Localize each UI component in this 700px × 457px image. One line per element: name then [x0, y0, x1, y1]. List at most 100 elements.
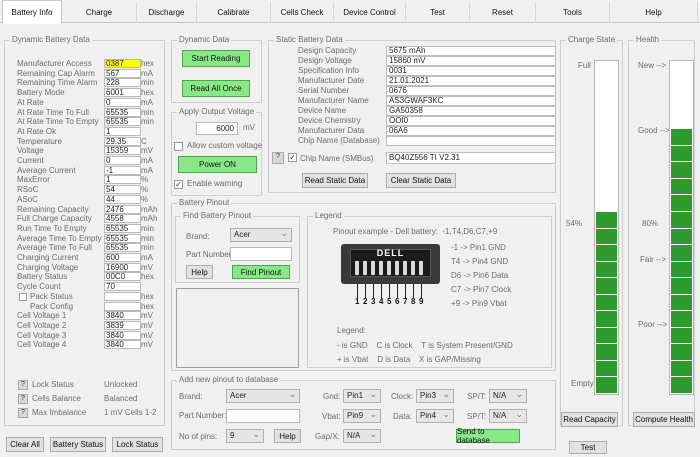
clear-static-data-button[interactable]: Clear Static Data: [386, 173, 456, 188]
add-part-number-input[interactable]: [226, 409, 300, 423]
dynamic-row-value: 0387: [104, 59, 141, 68]
charge-empty-label: Empty: [571, 379, 594, 388]
static-row-value: 0031: [386, 66, 556, 76]
dynamic-row-unit: min: [141, 243, 154, 253]
gauge-segment: [671, 177, 692, 195]
tab-reset[interactable]: Reset: [470, 2, 536, 23]
gauge-segment: [596, 293, 617, 311]
tab-device-control[interactable]: Device Control: [334, 2, 406, 23]
static-row-value: 06A6: [386, 126, 556, 136]
read-capacity-button[interactable]: Read Capacity: [561, 412, 618, 427]
tab-discharge[interactable]: Discharge: [137, 2, 197, 23]
dynamic-row-value: 29.35: [104, 136, 141, 146]
health-gauge: [669, 60, 694, 395]
connector-pin-slot: [379, 261, 383, 275]
send-to-database-button[interactable]: Send to database: [456, 427, 520, 445]
tab-cells-check[interactable]: Cells Check: [271, 2, 334, 23]
lock-status-label: Lock Status: [32, 380, 74, 389]
output-voltage-input[interactable]: 6000: [196, 122, 238, 135]
pin-number: 1: [355, 297, 360, 306]
gapx-select[interactable]: N/A: [343, 428, 381, 443]
power-on-button[interactable]: Power ON: [178, 156, 257, 173]
tab-test[interactable]: Test: [406, 2, 470, 23]
find-pinout-button[interactable]: Find Pinout: [232, 265, 290, 279]
data-select[interactable]: Pin4: [416, 408, 454, 423]
pin-lead-line: [389, 284, 390, 298]
charge-full-label: Full: [578, 61, 591, 70]
dynamic-row-unit: hex: [141, 301, 154, 311]
gauge-segment: [671, 210, 692, 228]
dynamic-row-label: Temperature: [17, 136, 62, 146]
tab-battery-info[interactable]: Battery Info: [2, 0, 62, 24]
no-of-pins-select[interactable]: 9: [226, 428, 264, 443]
test-button[interactable]: Test: [569, 441, 607, 454]
pinout-help-button[interactable]: Help: [186, 265, 213, 279]
gauge-segment: [671, 194, 692, 211]
pinout-part-number-input[interactable]: [230, 247, 292, 261]
tab-tools[interactable]: Tools: [536, 2, 610, 23]
cells-balance-help-icon[interactable]: ?: [18, 394, 28, 404]
dynamic-row-unit: mV: [141, 320, 153, 330]
start-reading-button[interactable]: Start Reading: [182, 50, 250, 67]
dynamic-row-value: 3840: [104, 311, 141, 321]
pin-number: 7: [403, 297, 408, 306]
health-new-label: New -->: [638, 61, 667, 70]
dynamic-row-unit: mA: [141, 97, 153, 107]
pin-number: 5: [387, 297, 392, 306]
dynamic-row-unit: hex: [141, 88, 154, 98]
group-title: Battery Pinout: [177, 198, 232, 208]
pin-number: 6: [395, 297, 400, 306]
dynamic-row-label: Average Current: [17, 165, 76, 175]
tab-calibrate[interactable]: Calibrate: [197, 2, 271, 23]
max-imbalance-value: 1 mV Cells 1-2: [104, 408, 157, 417]
max-imbalance-label: Max Imbalance: [32, 408, 87, 417]
static-row-label: Manufacturer Data: [298, 126, 365, 135]
dynamic-row-label: Charging Current: [17, 253, 79, 262]
battery-status-button[interactable]: Battery Status: [50, 437, 106, 452]
add-brand-select[interactable]: Acer: [226, 388, 300, 403]
sp-t-1-select[interactable]: N/A: [489, 388, 527, 403]
read-static-data-button[interactable]: Read Static Data: [302, 173, 368, 188]
sp-t-2-select[interactable]: N/A: [489, 408, 527, 423]
dynamic-row-unit: mV: [141, 311, 153, 321]
tab-charge[interactable]: Charge: [62, 2, 137, 23]
lock-status-button[interactable]: Lock Status: [112, 437, 163, 452]
read-all-once-button[interactable]: Read All Once: [182, 80, 250, 97]
chip-name-smbus-checkbox[interactable]: ✓: [288, 153, 297, 162]
pack-status-checkbox[interactable]: [19, 292, 27, 301]
gauge-segment: [671, 244, 692, 261]
vbat-select[interactable]: Pin9: [343, 408, 381, 423]
dynamic-row-unit: mV: [141, 340, 153, 350]
group-title: Find Battery Pinout: [181, 211, 254, 221]
static-row-label: Chip Name (Database): [298, 136, 380, 145]
chip-name-help-icon[interactable]: ?: [272, 152, 284, 164]
sp-t-1-label: SP/T:: [467, 392, 487, 401]
static-row-label: Specification Info: [298, 66, 359, 75]
static-row-value: 0676: [386, 86, 556, 96]
gauge-segment: [596, 376, 617, 393]
enable-warning-checkbox[interactable]: ✓: [174, 180, 183, 189]
pin-lead-line: [381, 284, 382, 298]
dynamic-row-label: Voltage: [17, 146, 44, 156]
pin-number: 2: [363, 297, 368, 306]
max-imbalance-help-icon[interactable]: ?: [18, 408, 28, 418]
data-label: Data:: [393, 412, 413, 421]
tab-help[interactable]: Help: [610, 2, 698, 23]
dynamic-row-label: Average Time To Empty: [17, 233, 102, 243]
allow-custom-voltage-checkbox[interactable]: [174, 142, 183, 151]
gnd-select[interactable]: Pin1: [343, 388, 381, 403]
pin-map-line: -1 -> Pin1 GND: [451, 243, 506, 252]
dynamic-row-value: 65535: [104, 117, 141, 127]
group-title: Dynamic Data: [177, 35, 232, 45]
compute-health-button[interactable]: Compute Health: [633, 412, 695, 427]
pinout-brand-label: Brand:: [186, 232, 210, 241]
dynamic-row-value: 2476: [104, 204, 141, 214]
gauge-segment: [671, 277, 692, 294]
pin-lead-line: [405, 284, 406, 298]
clock-select[interactable]: Pin3: [416, 388, 454, 403]
lock-status-help-icon[interactable]: ?: [18, 380, 28, 390]
add-pinout-help-button[interactable]: Help: [274, 429, 301, 443]
gauge-segment: [596, 343, 617, 360]
clear-all-button[interactable]: Clear All: [6, 437, 44, 452]
pinout-brand-select[interactable]: Acer: [230, 227, 292, 242]
